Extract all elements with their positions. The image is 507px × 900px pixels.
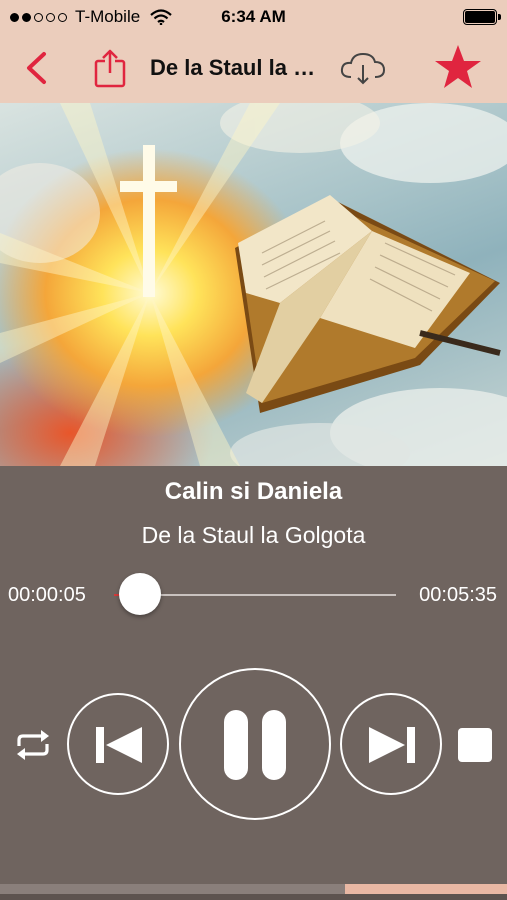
top-bar: T-Mobile 6:34 AM De la Staul la Golgota bbox=[0, 0, 507, 103]
battery-icon bbox=[463, 9, 501, 25]
album-title: De la Staul la Golgota bbox=[141, 522, 366, 548]
previous-button[interactable] bbox=[67, 693, 169, 795]
page-title: De la Staul la Golgota bbox=[150, 55, 325, 80]
favorite-star-icon[interactable] bbox=[433, 43, 483, 91]
album-artwork bbox=[0, 103, 507, 466]
status-bar: T-Mobile 6:34 AM bbox=[0, 0, 507, 34]
artist-name: Calin si Daniela bbox=[164, 478, 343, 505]
share-icon[interactable] bbox=[93, 48, 127, 88]
previous-icon bbox=[96, 727, 142, 763]
nav-bar: De la Staul la Golgota bbox=[0, 34, 507, 103]
bottom-edge bbox=[0, 894, 507, 900]
bible-icon bbox=[235, 195, 501, 413]
cloud-download-icon[interactable] bbox=[339, 51, 387, 85]
pause-button[interactable] bbox=[179, 668, 331, 820]
back-chevron-icon[interactable] bbox=[24, 51, 48, 85]
cross-icon bbox=[120, 145, 177, 297]
next-button[interactable] bbox=[340, 693, 442, 795]
repeat-icon[interactable] bbox=[13, 728, 53, 762]
buffer-played bbox=[0, 884, 345, 894]
stop-icon[interactable] bbox=[458, 728, 492, 762]
next-icon bbox=[369, 727, 415, 763]
total-duration: 00:05:35 bbox=[419, 584, 497, 606]
pause-icon bbox=[224, 710, 286, 780]
elapsed-time: 00:00:05 bbox=[8, 584, 86, 606]
status-time: 6:34 AM bbox=[221, 7, 286, 26]
progress-knob[interactable] bbox=[119, 573, 161, 615]
